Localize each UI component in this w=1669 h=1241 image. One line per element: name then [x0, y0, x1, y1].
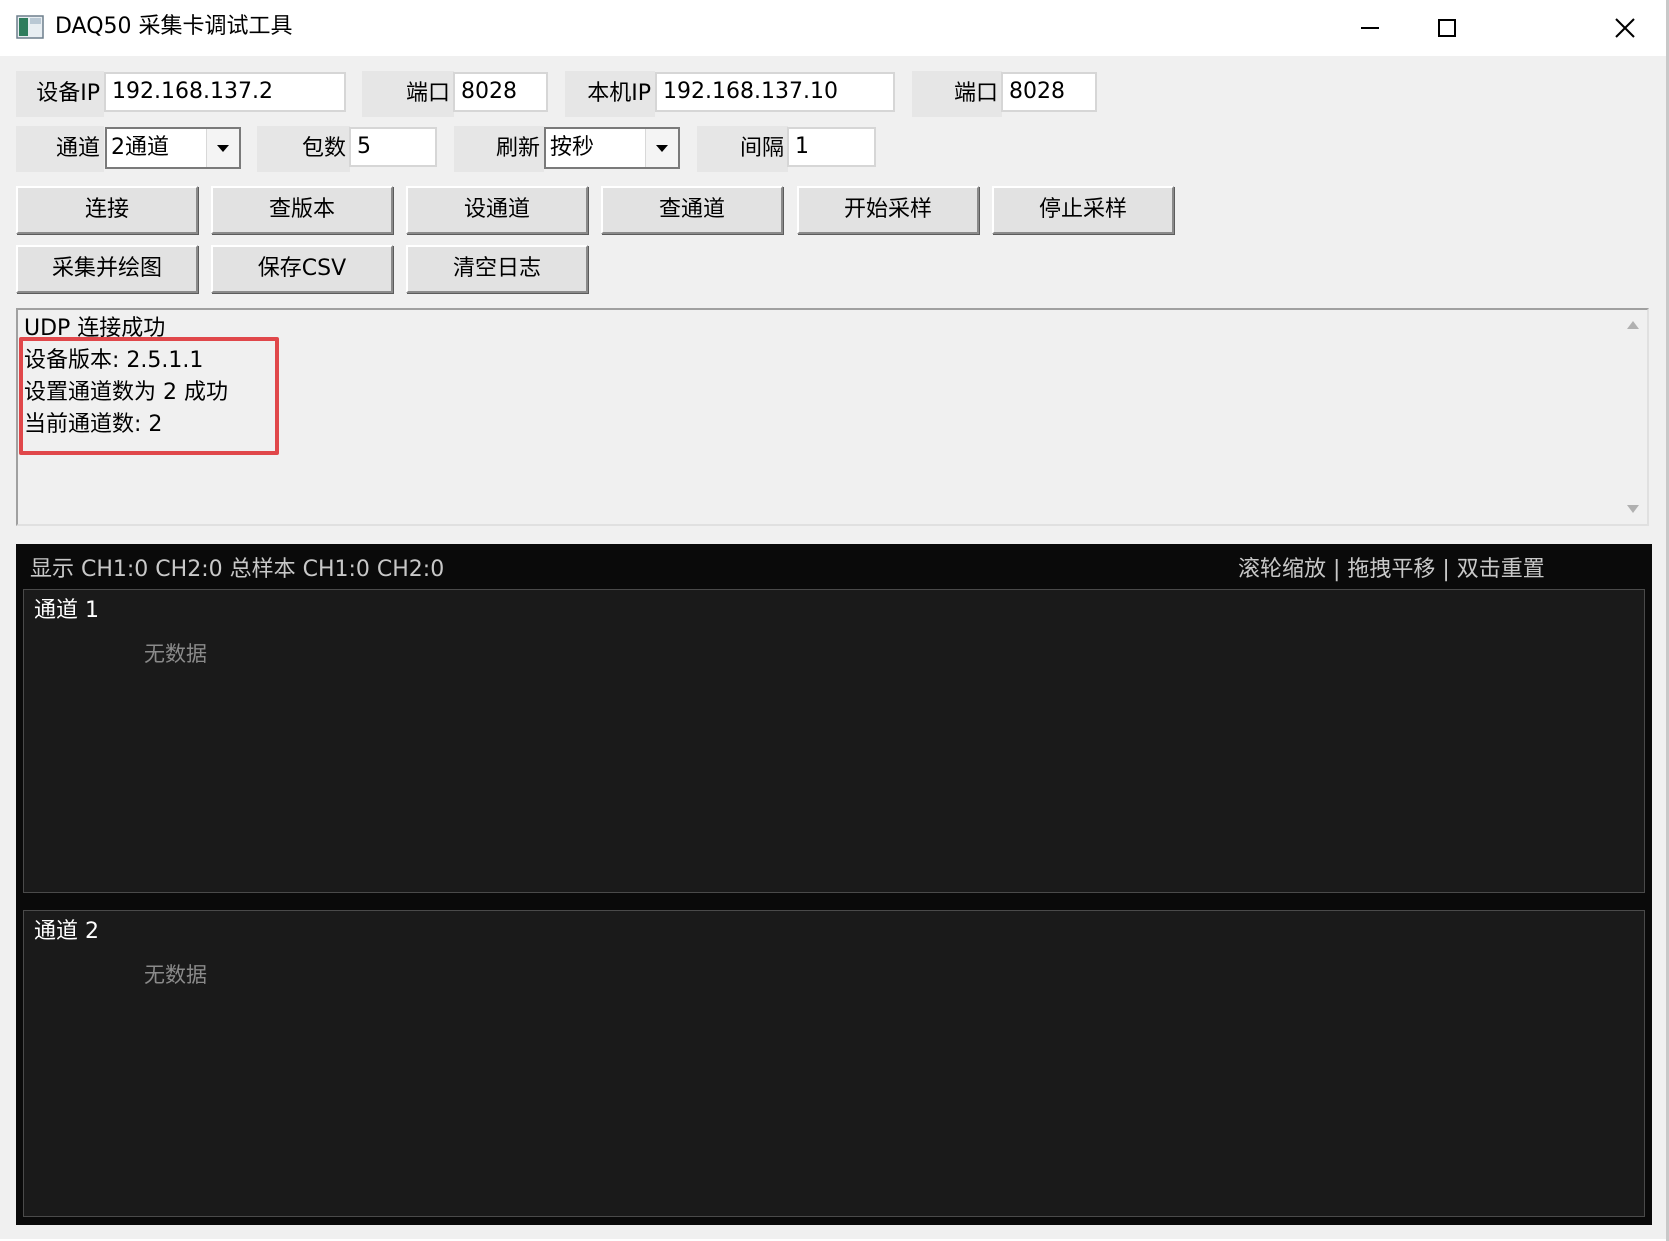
plot-hint-text: 滚轮缩放 | 拖拽平移 | 双击重置 — [1238, 557, 1545, 582]
window-title: DAQ50 采集卡调试工具 — [55, 14, 293, 39]
close-button[interactable] — [1584, 0, 1666, 56]
maximize-button[interactable] — [1406, 0, 1488, 56]
minimize-button[interactable] — [1329, 0, 1411, 56]
device-ip-input[interactable]: 192.168.137.2 — [104, 72, 346, 112]
refresh-select-value: 按秒 — [550, 135, 595, 160]
refresh-label: 刷新 — [454, 126, 544, 172]
start-sampling-button[interactable]: 开始采样 — [797, 186, 979, 234]
interval-label: 间隔 — [697, 126, 788, 172]
packets-input[interactable]: 5 — [349, 127, 437, 167]
stop-sampling-button[interactable]: 停止采样 — [992, 186, 1174, 234]
close-icon — [1615, 18, 1635, 38]
interval-input[interactable]: 1 — [787, 127, 876, 167]
app-icon — [16, 15, 44, 39]
scroll-up-icon[interactable] — [1626, 320, 1640, 330]
channel-1-empty-text: 无数据 — [144, 642, 207, 666]
local-ip-label: 本机IP — [565, 71, 655, 117]
local-port-input[interactable]: 8028 — [1001, 72, 1097, 112]
channel-select-value: 2通道 — [111, 135, 169, 160]
scroll-down-icon[interactable] — [1626, 504, 1640, 514]
query-version-button[interactable]: 查版本 — [211, 186, 393, 234]
clear-log-button[interactable]: 清空日志 — [406, 245, 588, 293]
chevron-down-icon[interactable] — [206, 129, 239, 167]
minimize-icon — [1361, 27, 1379, 29]
chevron-down-icon[interactable] — [645, 129, 678, 167]
packets-label: 包数 — [257, 126, 350, 172]
plot-status-text: 显示 CH1:0 CH2:0 总样本 CH1:0 CH2:0 — [30, 557, 445, 582]
log-scrollbar[interactable] — [1619, 310, 1647, 524]
channel-label: 通道 — [16, 126, 104, 172]
channel-1-title: 通道 1 — [34, 598, 99, 623]
device-port-label: 端口 — [362, 71, 454, 117]
channel-2-plot[interactable]: 通道 2 无数据 — [23, 910, 1645, 1217]
channel-2-empty-text: 无数据 — [144, 963, 207, 987]
annotation-highlight-box — [19, 337, 279, 455]
local-port-label: 端口 — [912, 71, 1002, 117]
channel-2-title: 通道 2 — [34, 919, 99, 944]
set-channel-button[interactable]: 设通道 — [406, 186, 588, 234]
refresh-select[interactable]: 按秒 — [544, 127, 680, 169]
sample-and-plot-button[interactable]: 采集并绘图 — [16, 245, 198, 293]
save-csv-button[interactable]: 保存CSV — [211, 245, 393, 293]
channel-select[interactable]: 2通道 — [105, 127, 241, 169]
local-ip-input[interactable]: 192.168.137.10 — [655, 72, 895, 112]
device-port-input[interactable]: 8028 — [453, 72, 548, 112]
device-ip-label: 设备IP — [16, 71, 104, 117]
channel-1-plot[interactable]: 通道 1 无数据 — [23, 589, 1645, 893]
maximize-icon — [1438, 19, 1456, 37]
query-channel-button[interactable]: 查通道 — [601, 186, 783, 234]
connect-button[interactable]: 连接 — [16, 186, 198, 234]
